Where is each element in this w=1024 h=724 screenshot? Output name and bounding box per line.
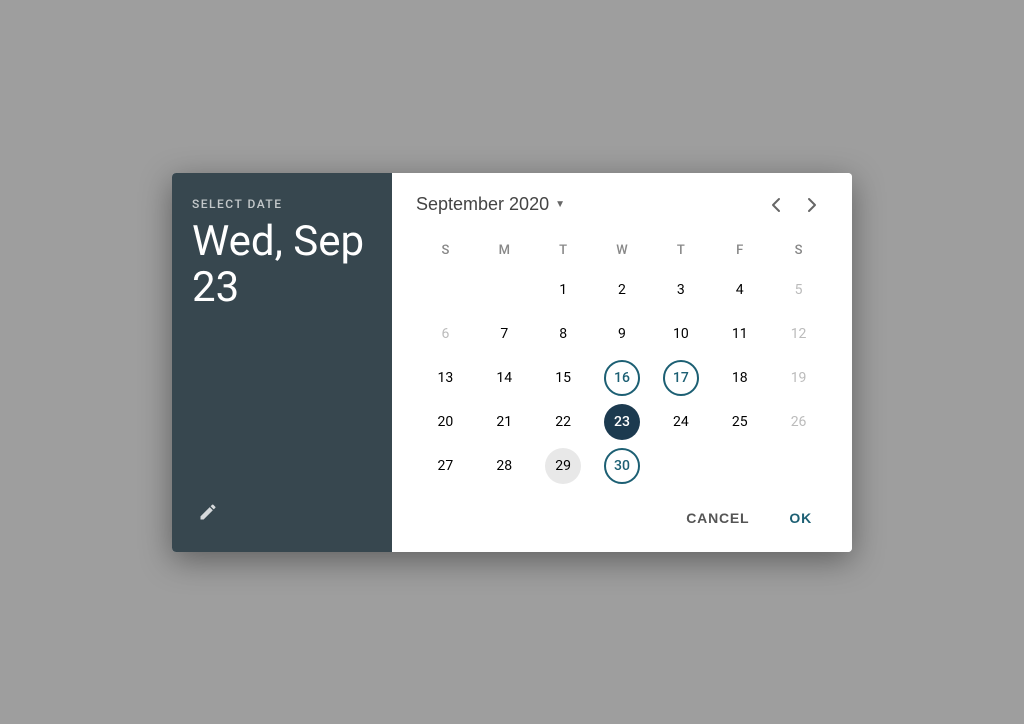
day-number[interactable]: 10 — [663, 316, 699, 352]
day-cell — [710, 444, 769, 488]
left-panel: SELECT DATE Wed, Sep 23 — [172, 173, 392, 552]
day-number[interactable]: 29 — [545, 448, 581, 484]
day-cell: 22 — [534, 400, 593, 444]
day-number[interactable]: 2 — [604, 272, 640, 308]
day-header: S — [416, 237, 475, 268]
day-number[interactable]: 13 — [427, 360, 463, 396]
day-cell — [651, 444, 710, 488]
day-number[interactable]: 27 — [427, 448, 463, 484]
cancel-button[interactable]: CANCEL — [670, 500, 765, 536]
day-cell: 15 — [534, 356, 593, 400]
day-cell: 14 — [475, 356, 534, 400]
day-cell: 23 — [593, 400, 652, 444]
selected-date-display: Wed, Sep 23 — [192, 219, 372, 311]
day-number[interactable]: 22 — [545, 404, 581, 440]
day-number[interactable]: 23 — [604, 404, 640, 440]
day-header: T — [651, 237, 710, 268]
day-cell — [769, 444, 828, 488]
day-cell: 4 — [710, 268, 769, 312]
day-cell: 25 — [710, 400, 769, 444]
day-cell: 10 — [651, 312, 710, 356]
day-number[interactable]: 20 — [427, 404, 463, 440]
day-number: 19 — [781, 360, 817, 396]
day-cell: 21 — [475, 400, 534, 444]
day-number[interactable]: 17 — [663, 360, 699, 396]
day-cell: 13 — [416, 356, 475, 400]
day-cell: 19 — [769, 356, 828, 400]
day-number[interactable]: 18 — [722, 360, 758, 396]
day-cell: 1 — [534, 268, 593, 312]
day-cell: 16 — [593, 356, 652, 400]
day-number[interactable]: 1 — [545, 272, 581, 308]
day-cell — [475, 268, 534, 312]
day-cell: 11 — [710, 312, 769, 356]
day-number[interactable]: 7 — [486, 316, 522, 352]
day-number: 12 — [781, 316, 817, 352]
day-header: M — [475, 237, 534, 268]
day-cell: 30 — [593, 444, 652, 488]
day-number[interactable]: 25 — [722, 404, 758, 440]
day-number[interactable]: 9 — [604, 316, 640, 352]
day-number[interactable]: 28 — [486, 448, 522, 484]
day-number[interactable]: 14 — [486, 360, 522, 396]
day-number: 5 — [781, 272, 817, 308]
day-number[interactable]: 16 — [604, 360, 640, 396]
nav-buttons — [760, 189, 828, 221]
calendar-header: September 2020 ▼ — [416, 189, 828, 221]
ok-button[interactable]: OK — [773, 500, 828, 536]
day-header: F — [710, 237, 769, 268]
day-number[interactable]: 21 — [486, 404, 522, 440]
day-number[interactable]: 3 — [663, 272, 699, 308]
day-cell: 27 — [416, 444, 475, 488]
edit-date-button[interactable] — [192, 496, 224, 528]
day-cell: 5 — [769, 268, 828, 312]
prev-month-button[interactable] — [760, 189, 792, 221]
date-picker-dialog: SELECT DATE Wed, Sep 23 September 2020 ▼ — [172, 173, 852, 552]
day-number: 26 — [781, 404, 817, 440]
day-header: T — [534, 237, 593, 268]
day-number[interactable]: 4 — [722, 272, 758, 308]
right-panel: September 2020 ▼ SMTWTFS12345678910111 — [392, 173, 852, 552]
calendar-grid: SMTWTFS123456789101112131415161718192021… — [416, 237, 828, 488]
day-number: 6 — [427, 316, 463, 352]
day-cell: 12 — [769, 312, 828, 356]
select-date-label: SELECT DATE — [192, 197, 372, 211]
day-cell: 2 — [593, 268, 652, 312]
day-cell: 3 — [651, 268, 710, 312]
day-number[interactable]: 24 — [663, 404, 699, 440]
day-cell: 28 — [475, 444, 534, 488]
dialog-actions: CANCEL OK — [416, 492, 828, 536]
dropdown-arrow-icon: ▼ — [555, 199, 565, 210]
day-cell: 17 — [651, 356, 710, 400]
next-month-button[interactable] — [796, 189, 828, 221]
day-header: W — [593, 237, 652, 268]
day-number[interactable]: 15 — [545, 360, 581, 396]
day-header: S — [769, 237, 828, 268]
day-number[interactable]: 30 — [604, 448, 640, 484]
day-number[interactable]: 8 — [545, 316, 581, 352]
day-cell: 29 — [534, 444, 593, 488]
day-cell — [416, 268, 475, 312]
day-number[interactable]: 11 — [722, 316, 758, 352]
day-cell: 8 — [534, 312, 593, 356]
day-cell: 24 — [651, 400, 710, 444]
day-cell: 20 — [416, 400, 475, 444]
day-cell: 9 — [593, 312, 652, 356]
month-year-button[interactable]: September 2020 ▼ — [416, 194, 565, 215]
day-cell: 7 — [475, 312, 534, 356]
day-cell: 6 — [416, 312, 475, 356]
day-cell: 18 — [710, 356, 769, 400]
day-cell: 26 — [769, 400, 828, 444]
